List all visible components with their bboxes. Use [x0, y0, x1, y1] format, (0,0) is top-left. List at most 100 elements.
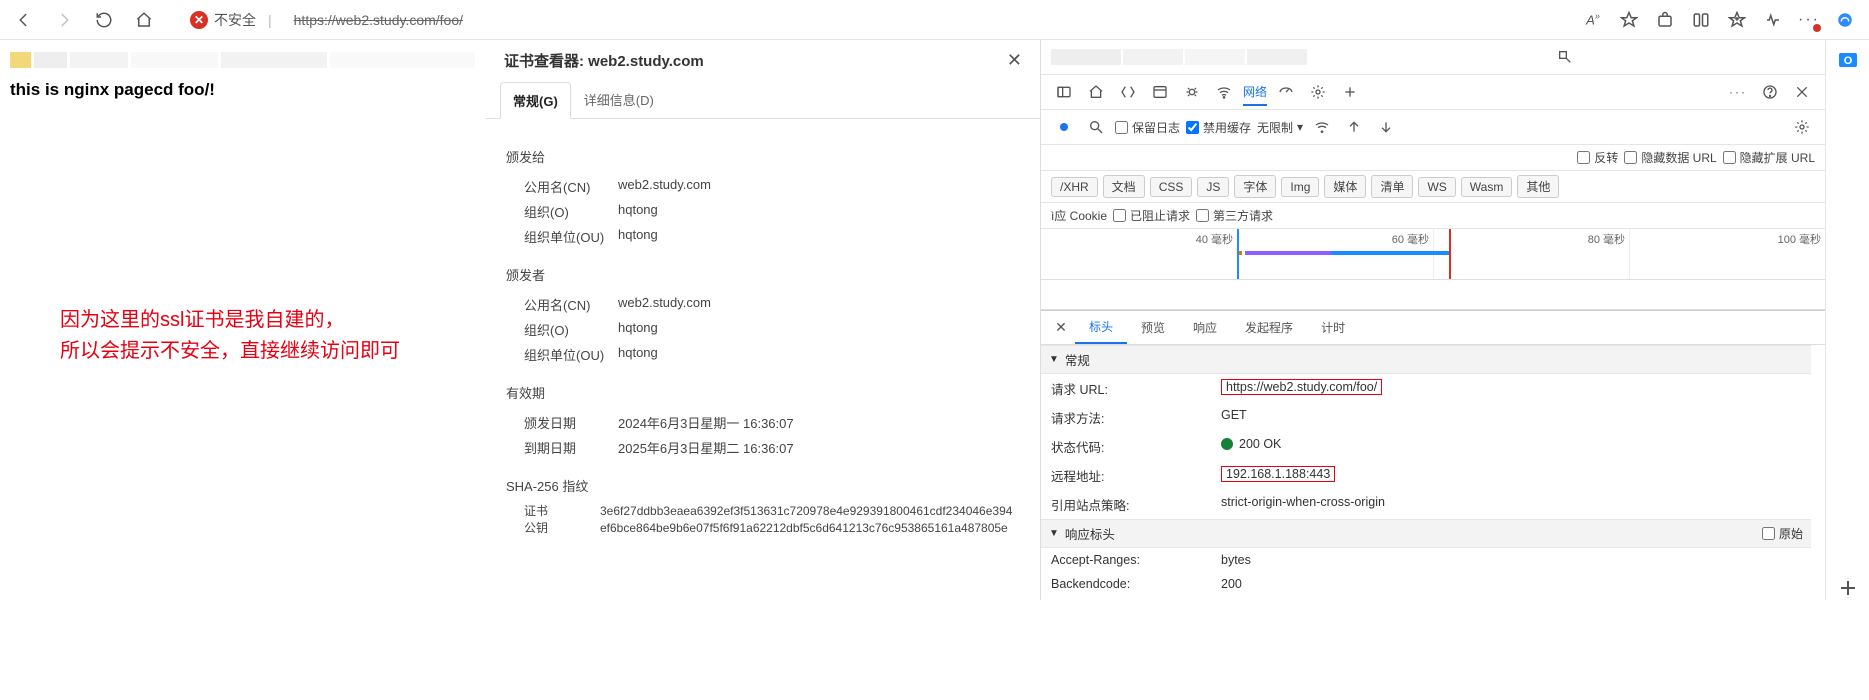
- details-tab-headers[interactable]: 标头: [1075, 311, 1127, 344]
- not-secure-label: 不安全: [214, 10, 256, 30]
- hide-ext-url-checkbox[interactable]: 隐藏扩展 URL: [1723, 149, 1815, 166]
- help-icon[interactable]: [1757, 79, 1783, 105]
- sidebar-add-icon[interactable]: [1836, 576, 1860, 600]
- network-toolbar-1: 保留日志 禁用缓存 无限制 ▾: [1041, 110, 1825, 145]
- network-settings-icon[interactable]: [1789, 114, 1815, 140]
- debugger-icon[interactable]: [1179, 79, 1205, 105]
- performance-panel-icon[interactable]: [1273, 79, 1299, 105]
- details-tab-preview[interactable]: 预览: [1127, 311, 1179, 344]
- page-body-text: this is nginx pagecd foo/!: [10, 80, 475, 100]
- tab-general[interactable]: 常规(G): [500, 82, 571, 119]
- network-panel-tab[interactable]: 网络: [1243, 83, 1267, 106]
- annotation-note: 因为这里的ssl证书是我自建的， 所以会提示不安全，直接继续访问即可: [60, 305, 400, 367]
- devtools-close-icon[interactable]: [1789, 79, 1815, 105]
- sha-header: SHA-256 指纹: [506, 476, 1020, 495]
- outlook-icon[interactable]: O: [1836, 48, 1860, 72]
- devtools-inspect-icon[interactable]: [1552, 44, 1578, 70]
- page-content: this is nginx pagecd foo/! 因为这里的ssl证书是我自…: [0, 40, 485, 600]
- tab-details[interactable]: 详细信息(D): [571, 81, 667, 118]
- download-har-icon[interactable]: [1373, 114, 1399, 140]
- issued-by-header: 颁发者: [506, 265, 1020, 284]
- invert-checkbox[interactable]: 反转: [1577, 149, 1618, 166]
- obscured-tab-row: [10, 52, 475, 68]
- more-tools-icon[interactable]: ···: [1725, 79, 1751, 105]
- read-aloud-button[interactable]: A»: [1577, 4, 1609, 36]
- remote-address-value: 192.168.1.188:443: [1221, 466, 1335, 482]
- disable-cache-checkbox[interactable]: 禁用缓存: [1186, 119, 1251, 136]
- copilot-button[interactable]: [1829, 4, 1861, 36]
- sources-panel-icon[interactable]: [1147, 79, 1173, 105]
- details-tab-response[interactable]: 响应: [1179, 311, 1231, 344]
- more-button[interactable]: ···: [1793, 4, 1825, 36]
- details-close-icon[interactable]: ✕: [1047, 319, 1075, 336]
- search-icon[interactable]: [1083, 114, 1109, 140]
- referrer-policy-value: strict-origin-when-cross-origin: [1221, 495, 1801, 514]
- back-button[interactable]: [8, 4, 40, 36]
- network-filter-row: /XHR 文档 CSS JS 字体 Img 媒体 清单 WS Wasm 其他: [1041, 171, 1825, 203]
- details-tab-initiator[interactable]: 发起程序: [1231, 311, 1307, 344]
- certificate-viewer: 证书查看器: web2.study.com ✕ 常规(G) 详细信息(D) 颁发…: [485, 40, 1040, 600]
- filter-xhr[interactable]: /XHR: [1051, 177, 1098, 197]
- preserve-log-checkbox[interactable]: 保留日志: [1115, 119, 1180, 136]
- filter-img[interactable]: Img: [1281, 177, 1319, 197]
- throttle-dropdown[interactable]: 无限制 ▾: [1257, 119, 1303, 136]
- filter-css[interactable]: CSS: [1150, 177, 1193, 197]
- filter-manifest[interactable]: 清单: [1371, 175, 1413, 198]
- dock-icon[interactable]: [1051, 79, 1077, 105]
- close-icon[interactable]: ✕: [1007, 50, 1022, 71]
- obscured-strip: [1051, 49, 1311, 65]
- reload-button[interactable]: [88, 4, 120, 36]
- elements-panel-icon[interactable]: [1115, 79, 1141, 105]
- address-url[interactable]: https://web2.study.com/foo/: [294, 12, 463, 28]
- status-dot-icon: [1221, 438, 1233, 450]
- extensions-button[interactable]: [1649, 4, 1681, 36]
- network-timeline[interactable]: 40 毫秒 60 毫秒 80 毫秒 100 毫秒: [1041, 229, 1825, 280]
- chevron-down-icon: ▾: [1297, 120, 1303, 134]
- network-conditions-icon[interactable]: [1309, 114, 1335, 140]
- blocked-req-checkbox[interactable]: 已阻止请求: [1113, 207, 1190, 224]
- issued-to-header: 颁发给: [506, 147, 1020, 166]
- record-icon[interactable]: [1051, 114, 1077, 140]
- edge-sidebar: O: [1825, 40, 1869, 600]
- filter-doc[interactable]: 文档: [1103, 175, 1145, 198]
- not-secure-icon: ✕: [190, 11, 208, 29]
- forward-button[interactable]: [48, 4, 80, 36]
- filter-media[interactable]: 媒体: [1324, 175, 1366, 198]
- details-tab-timing[interactable]: 计时: [1307, 311, 1359, 344]
- hide-data-url-checkbox[interactable]: 隐藏数据 URL: [1624, 149, 1716, 166]
- wifi-icon: [1211, 79, 1237, 105]
- validity-header: 有效期: [506, 383, 1020, 402]
- filter-wasm[interactable]: Wasm: [1461, 177, 1513, 197]
- filter-ws[interactable]: WS: [1418, 177, 1455, 197]
- cert-fingerprint: 3e6f27ddbb3eaea6392ef3f513631c720978e4e9…: [600, 503, 1020, 520]
- network-cookie-row: ì应 Cookie 已阻止请求 第三方请求: [1041, 203, 1825, 229]
- upload-har-icon[interactable]: [1341, 114, 1367, 140]
- filter-js[interactable]: JS: [1197, 177, 1229, 197]
- raw-headers-checkbox[interactable]: 原始: [1762, 525, 1803, 542]
- request-method-value: GET: [1221, 408, 1801, 427]
- svg-text:O: O: [1843, 55, 1852, 67]
- collections-button[interactable]: [1721, 4, 1753, 36]
- response-headers-section[interactable]: ▼响应标头 原始: [1041, 519, 1811, 548]
- security-indicator[interactable]: ✕ 不安全 |: [190, 10, 278, 30]
- favorite-button[interactable]: [1613, 4, 1645, 36]
- network-request-list[interactable]: [1041, 280, 1825, 310]
- settings-icon[interactable]: [1305, 79, 1331, 105]
- filter-other[interactable]: 其他: [1517, 175, 1559, 198]
- split-screen-button[interactable]: [1685, 4, 1717, 36]
- cert-title: 证书查看器: web2.study.com: [504, 50, 704, 71]
- welcome-panel-icon[interactable]: [1083, 79, 1109, 105]
- browser-toolbar: ✕ 不安全 | https://web2.study.com/foo/ A» ·…: [0, 0, 1869, 40]
- request-details: ✕ 标头 预览 响应 发起程序 计时 ▼常规 请求 URL:https://we…: [1041, 310, 1825, 600]
- devtools: 网络 ··· 保留日志 禁用缓存 无限制 ▾: [1040, 40, 1869, 600]
- cert-tabs: 常规(G) 详细信息(D): [486, 81, 1040, 119]
- home-button[interactable]: [128, 4, 160, 36]
- devtools-panel-row: 网络 ···: [1041, 75, 1825, 110]
- add-panel-icon[interactable]: [1337, 79, 1363, 105]
- general-section-header[interactable]: ▼常规: [1041, 345, 1811, 374]
- filter-font[interactable]: 字体: [1234, 175, 1276, 198]
- network-toolbar-2: 反转 隐藏数据 URL 隐藏扩展 URL: [1041, 145, 1825, 171]
- third-party-checkbox[interactable]: 第三方请求: [1196, 207, 1273, 224]
- wellness-button[interactable]: [1757, 4, 1789, 36]
- resp-cookie-label: ì应 Cookie: [1051, 207, 1107, 224]
